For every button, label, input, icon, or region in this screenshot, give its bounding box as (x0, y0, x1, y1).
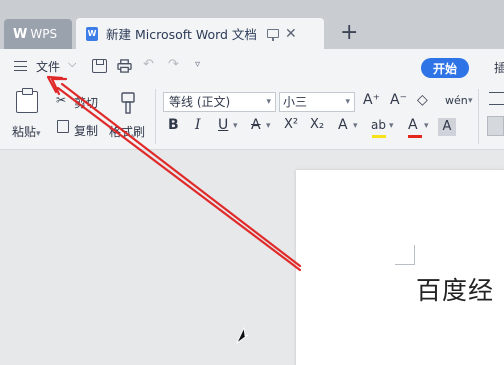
align-icon[interactable] (487, 116, 504, 136)
highlight-button[interactable]: ab (371, 118, 386, 132)
chevron-down-icon[interactable]: ▾ (353, 121, 358, 131)
format-painter-icon[interactable] (120, 91, 136, 115)
text-effect-button[interactable]: A (338, 117, 348, 133)
font-size-value: 小三 (283, 95, 308, 109)
superscript-button[interactable]: X² (284, 117, 298, 132)
copy-icon[interactable] (57, 120, 69, 133)
eraser-icon[interactable]: ◇ (417, 92, 428, 108)
quick-access-bar: 文件 ⌵ ↶ ↷ ▿ 开始 插 (0, 49, 504, 85)
menu-icon[interactable] (14, 61, 27, 71)
bold-button[interactable]: B (168, 117, 179, 133)
format-painter-button[interactable]: 格式刷 (109, 123, 145, 140)
paste-label: 粘贴 (12, 125, 37, 139)
cut-icon[interactable]: ✂ (56, 93, 66, 107)
margin-corner-mark (395, 245, 415, 265)
divider (155, 89, 156, 144)
save-icon[interactable] (92, 59, 107, 73)
font-color-swatch (408, 135, 422, 138)
chevron-down-icon[interactable]: ▾ (266, 121, 271, 131)
chevron-down-icon[interactable]: ▾ (389, 121, 394, 131)
document-canvas[interactable]: 百度经 (0, 150, 504, 365)
ribbon: 粘贴▾ ✂ 剪切 复制 格式刷 等线 (正文) ▾ 小三 ▾ A⁺ A⁻ ◇ w… (0, 85, 504, 150)
font-color-button[interactable]: A (408, 117, 418, 133)
subscript-button[interactable]: X₂ (310, 117, 324, 132)
close-icon[interactable]: ✕ (285, 26, 297, 42)
tab-wps[interactable]: W WPS (4, 19, 72, 49)
italic-button[interactable]: I (195, 117, 201, 133)
chevron-down-icon[interactable]: ▾ (424, 121, 429, 131)
font-name-select[interactable]: 等线 (正文) ▾ (163, 92, 276, 112)
customize-quickbar-icon[interactable]: ▿ (195, 59, 210, 73)
chevron-down-icon[interactable]: ▾ (468, 96, 473, 106)
grow-font-button[interactable]: A⁺ (363, 92, 380, 108)
strikethrough-button[interactable]: A (251, 117, 261, 133)
document-page[interactable]: 百度经 (296, 170, 504, 365)
tab-document[interactable]: W 新建 Microsoft Word 文档 ✕ (76, 18, 324, 49)
phonetic-guide-button[interactable]: wén (445, 94, 468, 107)
pin-icon[interactable] (266, 29, 279, 41)
char-shading-button[interactable]: A (438, 118, 456, 136)
paste-icon[interactable] (16, 88, 38, 113)
document-text[interactable]: 百度经 (416, 271, 494, 307)
print-icon[interactable] (117, 59, 132, 73)
font-name-value: 等线 (正文) (169, 95, 231, 109)
redo-icon[interactable]: ↷ (168, 57, 183, 72)
word-doc-icon: W (86, 26, 98, 41)
mouse-cursor-icon (235, 326, 249, 345)
divider (478, 89, 479, 144)
tab-start[interactable]: 开始 (421, 58, 469, 78)
file-menu-button[interactable]: 文件 (36, 58, 60, 75)
shrink-font-button[interactable]: A⁻ (390, 92, 407, 108)
title-bar: W WPS W 新建 Microsoft Word 文档 ✕ + (0, 0, 504, 49)
chevron-down-icon[interactable]: ▾ (266, 93, 271, 111)
list-icon[interactable] (489, 92, 504, 105)
chevron-down-icon[interactable]: ▾ (345, 93, 350, 111)
font-size-select[interactable]: 小三 ▾ (279, 92, 355, 112)
new-tab-button[interactable]: + (340, 20, 358, 46)
chevron-down-icon[interactable]: ⌵ (68, 57, 76, 71)
tab-wps-label: WPS (30, 27, 58, 41)
undo-icon[interactable]: ↶ (143, 57, 158, 72)
chevron-down-icon[interactable]: ▾ (233, 121, 238, 131)
underline-button[interactable]: U (218, 117, 228, 133)
highlight-color-swatch (372, 135, 386, 138)
wps-logo-icon: W (13, 26, 27, 42)
paste-dropdown-icon[interactable]: ▾ (36, 129, 41, 139)
copy-button[interactable]: 复制 (74, 122, 98, 139)
tab-document-title: 新建 Microsoft Word 文档 (106, 27, 257, 42)
paste-button[interactable]: 粘贴▾ (12, 123, 41, 140)
tab-insert[interactable]: 插 (494, 59, 504, 76)
cut-button[interactable]: 剪切 (74, 94, 98, 111)
